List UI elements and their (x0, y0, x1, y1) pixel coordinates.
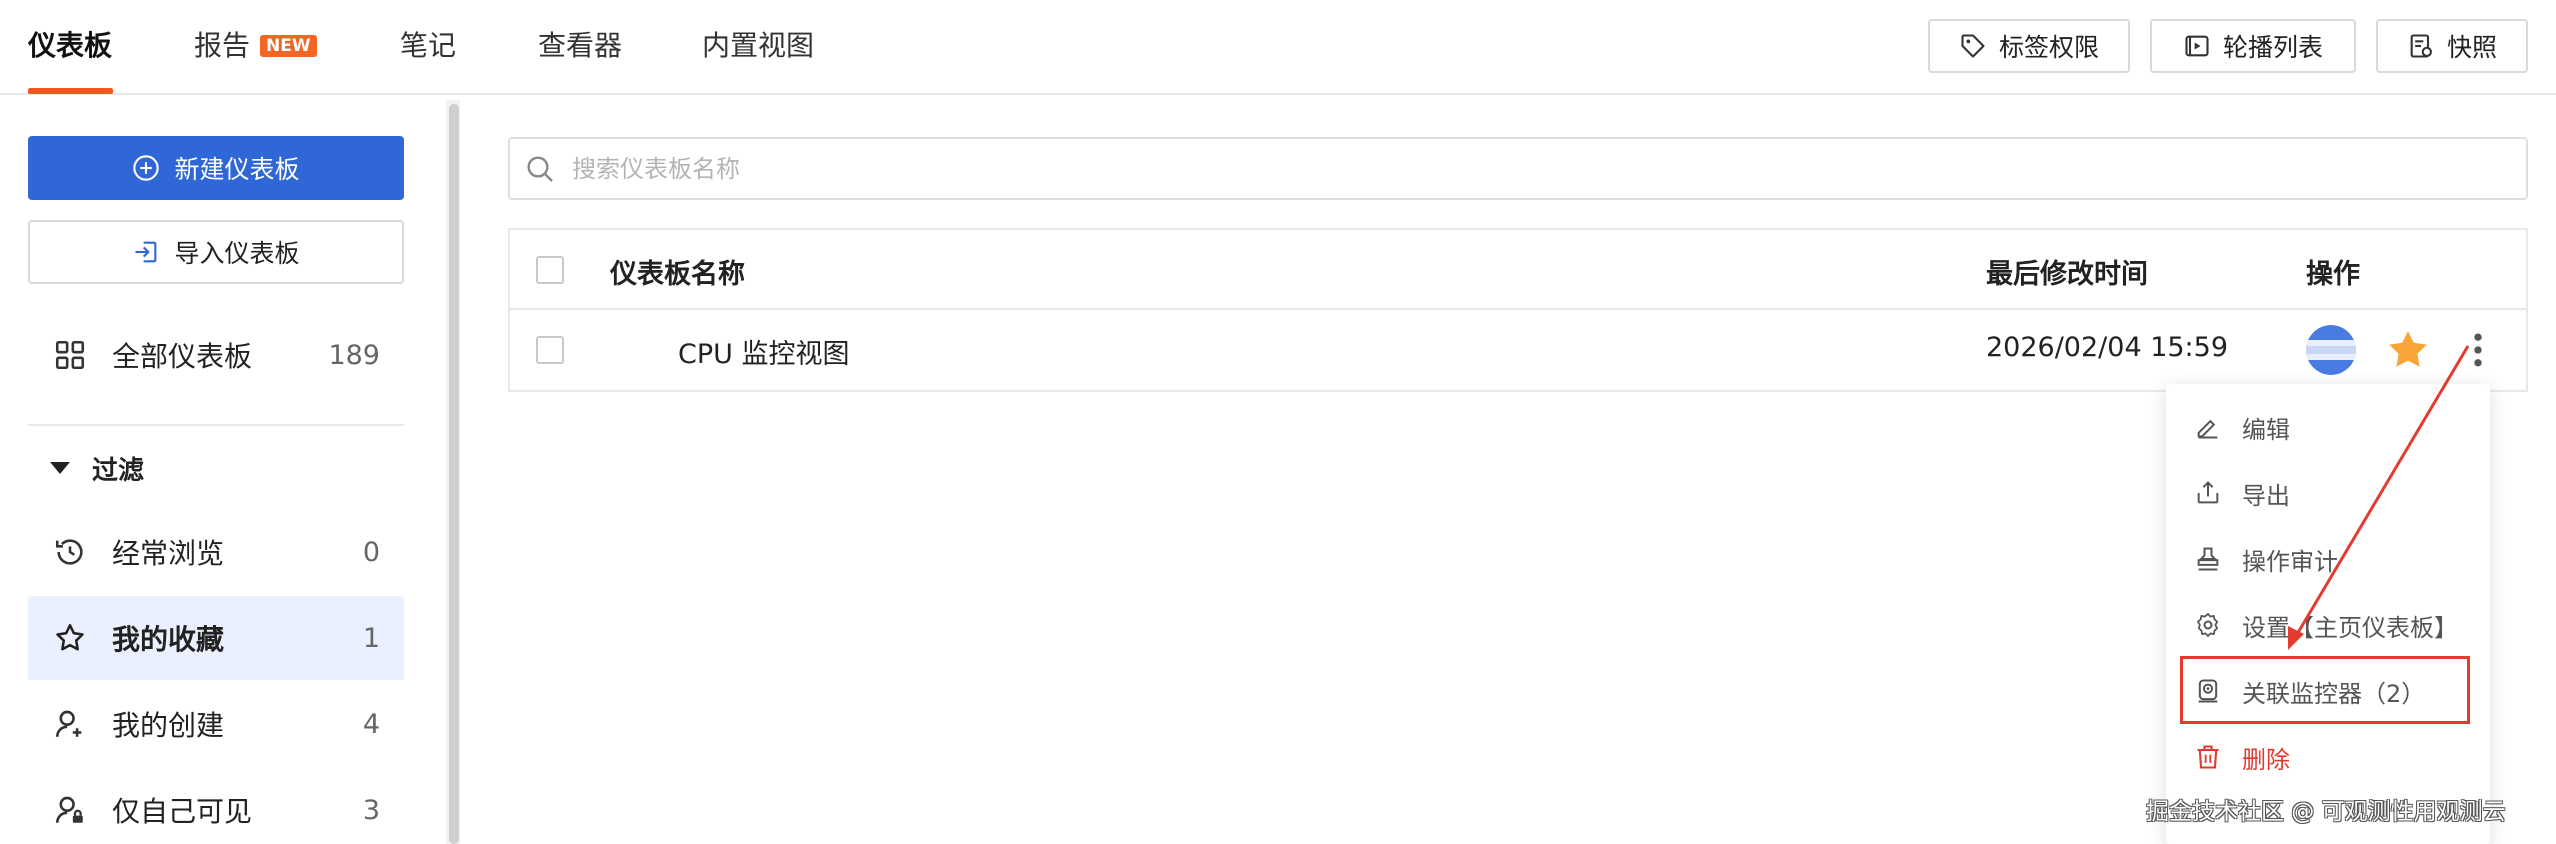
dashboard-name-link[interactable]: CPU 监控视图 (678, 332, 849, 371)
tab-viewer[interactable]: 查看器 (538, 28, 622, 64)
row-checkbox[interactable] (536, 336, 564, 364)
snapshot-label: 快照 (2446, 33, 2497, 62)
tag-icon (1961, 34, 1985, 58)
menu-item-audit[interactable]: 操作审计 (2166, 526, 2490, 592)
top-nav-bar: 仪表板 报告 NEW 笔记 查看器 内置视图 标签权限 轮播列表 快照 (0, 0, 2556, 95)
filter-toggle[interactable]: 过滤 (28, 448, 144, 488)
gear-icon (2197, 613, 2219, 637)
import-dashboard-button[interactable]: 导入仪表板 (28, 220, 404, 284)
search-icon (527, 155, 553, 182)
plus-circle-icon (133, 155, 160, 181)
grid-icon (52, 337, 88, 373)
favorite-star-icon[interactable] (2384, 326, 2432, 374)
sidebar-item-label: 我的收藏 (112, 623, 225, 656)
tab-notes[interactable]: 笔记 (400, 28, 456, 64)
user-plus-icon (52, 706, 88, 742)
sidebar-item-frequently-viewed[interactable]: 经常浏览 0 (28, 510, 404, 594)
menu-item-settings[interactable]: 设置【主页仪表板】 (2166, 592, 2490, 658)
tab-reports[interactable]: 报告 NEW (194, 28, 317, 64)
sidebar-item-private[interactable]: 仅自己可见 3 (28, 768, 404, 844)
dashboard-table: 仪表板名称 最后修改时间 操作 CPU 监控视图 2026/02/04 15:5… (508, 228, 2528, 392)
sidebar-scrollbar-thumb[interactable] (449, 104, 459, 844)
modified-time: 2026/02/04 15:59 (1986, 332, 2229, 363)
audit-stamp-icon (2197, 547, 2219, 571)
table-row[interactable]: CPU 监控视图 2026/02/04 15:59 (510, 310, 2526, 392)
tab-reports-label: 报告 (194, 29, 251, 62)
caret-down-icon (50, 462, 70, 474)
column-header-modified[interactable]: 最后修改时间 (1986, 252, 2148, 291)
sidebar-item-label: 全部仪表板 (112, 340, 253, 373)
sidebar-item-label: 仅自己可见 (112, 795, 253, 828)
sidebar-item-count: 3 (362, 794, 380, 826)
carousel-list-label: 轮播列表 (2222, 33, 2323, 62)
history-icon (52, 534, 88, 570)
menu-item-edit[interactable]: 编辑 (2166, 394, 2490, 460)
menu-item-label: 编辑 (2242, 415, 2290, 444)
import-icon (135, 241, 157, 263)
sidebar-item-all-dashboards[interactable]: 全部仪表板 189 (28, 313, 404, 397)
tab-builtin-views[interactable]: 内置视图 (702, 28, 814, 64)
menu-item-export[interactable]: 导出 (2166, 460, 2490, 526)
row-actions-menu: 编辑 导出 操作审计 设置【主页仪表板】 关联监控器（2） 删除 (2166, 384, 2490, 844)
select-all-checkbox[interactable] (536, 256, 564, 284)
tab-dashboard[interactable]: 仪表板 (28, 28, 112, 64)
sidebar-item-my-created[interactable]: 我的创建 4 (28, 682, 404, 766)
table-header: 仪表板名称 最后修改时间 操作 (510, 230, 2526, 310)
sidebar-divider (28, 424, 404, 426)
snapshot-icon (2410, 34, 2432, 58)
active-tab-indicator (28, 88, 113, 94)
menu-item-label: 删除 (2242, 745, 2290, 774)
snapshot-button[interactable]: 快照 (2376, 19, 2528, 73)
dashboard-type-icon (2306, 325, 2356, 375)
sidebar-item-label: 我的创建 (112, 709, 225, 742)
menu-item-delete[interactable]: 删除 (2166, 724, 2490, 790)
carousel-play-icon (2185, 35, 2209, 57)
sidebar-item-count: 189 (328, 339, 380, 371)
new-dashboard-label: 新建仪表板 (174, 155, 300, 184)
filter-label: 过滤 (92, 455, 145, 486)
more-actions-icon[interactable] (2468, 328, 2488, 372)
export-icon (2197, 481, 2219, 504)
search-input[interactable] (572, 154, 2472, 183)
column-header-actions: 操作 (2306, 259, 2360, 290)
star-outline-icon (52, 620, 88, 656)
edit-icon (2197, 419, 2218, 439)
menu-item-label: 设置【主页仪表板】 (2242, 613, 2458, 642)
sidebar-item-count: 1 (362, 622, 380, 654)
column-header-name[interactable]: 仪表板名称 (610, 252, 745, 291)
new-dashboard-button[interactable]: 新建仪表板 (28, 136, 404, 200)
trash-icon (2197, 745, 2219, 769)
menu-item-label: 操作审计 (2242, 547, 2338, 576)
sidebar-item-count: 4 (362, 708, 380, 740)
user-lock-icon (52, 792, 88, 828)
search-box[interactable] (508, 137, 2528, 200)
carousel-list-button[interactable]: 轮播列表 (2150, 19, 2356, 73)
new-badge: NEW (260, 35, 317, 57)
tag-permissions-label: 标签权限 (1998, 33, 2099, 62)
sidebar-item-count: 0 (362, 536, 380, 568)
menu-item-label: 导出 (2242, 481, 2290, 510)
sidebar-item-label: 经常浏览 (112, 537, 225, 570)
watermark-text: 掘金技术社区 @ 可观测性用观测云 (2146, 799, 2506, 825)
tag-permissions-button[interactable]: 标签权限 (1928, 19, 2130, 73)
highlight-annotation-box (2180, 656, 2470, 724)
sidebar-item-my-favorites[interactable]: 我的收藏 1 (28, 596, 404, 680)
import-dashboard-label: 导入仪表板 (174, 239, 300, 268)
